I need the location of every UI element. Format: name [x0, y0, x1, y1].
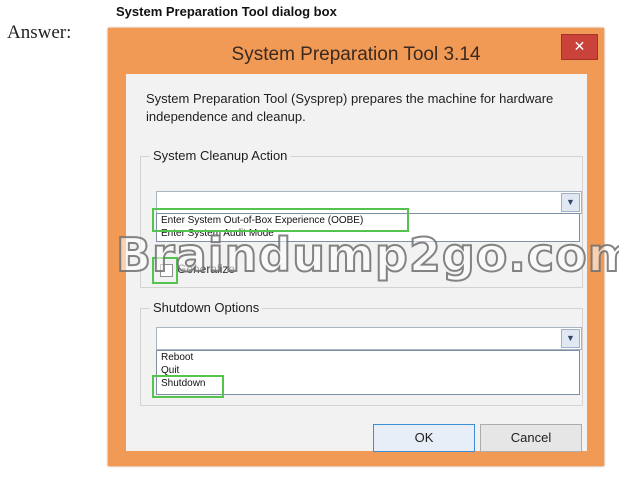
dialog-title: System Preparation Tool 3.14: [231, 44, 481, 65]
answer-label: Answer:: [7, 22, 72, 43]
highlight-shutdown: [152, 375, 224, 398]
description-text: System Preparation Tool (Sysprep) prepar…: [146, 91, 554, 124]
chevron-down-icon[interactable]: ▼: [561, 329, 580, 348]
cancel-button[interactable]: Cancel: [480, 424, 582, 452]
close-icon[interactable]: ✕: [561, 34, 598, 60]
title-bar[interactable]: System Preparation Tool 3.14 ✕: [108, 28, 604, 74]
option-reboot[interactable]: Reboot: [157, 351, 579, 364]
cleanup-action-label: System Cleanup Action: [150, 148, 291, 163]
ok-button[interactable]: OK: [373, 424, 475, 452]
figure-caption: System Preparation Tool dialog box: [116, 4, 337, 19]
shutdown-options-label: Shutdown Options: [150, 300, 263, 315]
shutdown-options-select[interactable]: ▼: [156, 327, 582, 350]
chevron-down-icon[interactable]: ▼: [561, 193, 580, 212]
watermark: Braindump2go.com: [115, 227, 619, 283]
